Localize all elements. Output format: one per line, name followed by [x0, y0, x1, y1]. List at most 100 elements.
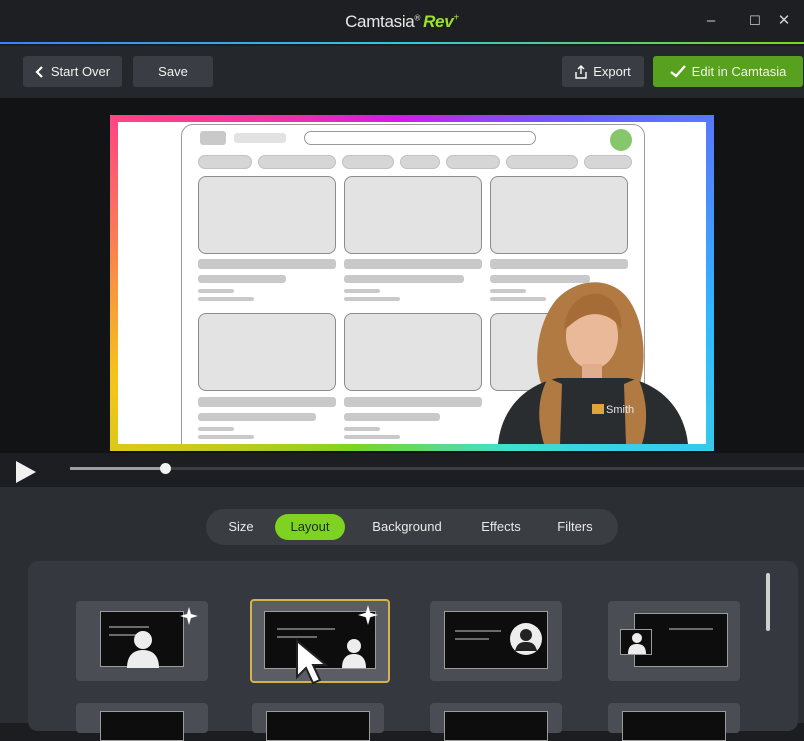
- shirt-text: Smith: [606, 404, 634, 416]
- wireframe-text-line: [344, 427, 380, 431]
- wireframe-avatar: [610, 129, 632, 151]
- app-name: Camtasia: [345, 12, 415, 31]
- layout-screen: [100, 711, 184, 741]
- placeholder-line: [277, 628, 335, 630]
- toolbar: Start Over Save Export Edit in Camtasia: [0, 46, 804, 98]
- sparkle-icon: [180, 607, 198, 625]
- wireframe-text-line: [344, 435, 400, 439]
- tab-effects[interactable]: Effects: [468, 514, 534, 540]
- wireframe-text-line: [198, 297, 254, 301]
- wireframe-pill: [342, 155, 394, 169]
- wireframe-pill: [506, 155, 578, 169]
- timeline-scrubber-handle[interactable]: [160, 463, 172, 474]
- person-icon: [127, 631, 159, 668]
- layout-option-camera-circle-right[interactable]: [430, 601, 562, 681]
- save-label: Save: [158, 64, 188, 79]
- brand-sparkle: +: [453, 12, 459, 24]
- wireframe-text-line: [198, 397, 336, 407]
- tab-background[interactable]: Background: [358, 514, 456, 540]
- wireframe-brand: [234, 133, 286, 143]
- timeline-track[interactable]: [70, 463, 804, 474]
- registered-mark: ®: [414, 13, 421, 23]
- wireframe-search-bar: [304, 131, 536, 145]
- placeholder-line: [455, 630, 501, 632]
- wireframe-card: [198, 176, 336, 254]
- wireframe-text-line: [198, 259, 336, 269]
- close-button[interactable]: ✕: [774, 11, 794, 31]
- mouse-cursor-icon: [296, 639, 329, 685]
- start-over-button[interactable]: Start Over: [23, 56, 122, 87]
- layout-screen: [266, 711, 370, 741]
- chevron-left-icon: [35, 65, 43, 78]
- placeholder-line: [669, 628, 713, 630]
- layout-option-row2-4[interactable]: [608, 703, 740, 741]
- layout-option-row2-1[interactable]: [76, 703, 208, 741]
- wireframe-text-line: [198, 427, 234, 431]
- save-button[interactable]: Save: [133, 56, 213, 87]
- wireframe-text-line: [198, 275, 286, 283]
- layout-option-row2-2[interactable]: [252, 703, 384, 741]
- layout-option-camera-left-inset[interactable]: [608, 601, 740, 681]
- export-button[interactable]: Export: [562, 56, 644, 87]
- playback-bar: [0, 453, 804, 487]
- recording-canvas: Smith: [118, 122, 706, 444]
- maximize-button[interactable]: ☐: [745, 11, 765, 31]
- layout-grid: [28, 561, 798, 741]
- edit-in-camtasia-button[interactable]: Edit in Camtasia: [653, 56, 803, 87]
- circular-avatar-icon: [510, 623, 542, 655]
- app-title: Camtasia® Rev+: [0, 12, 804, 32]
- video-preview: Smith: [0, 98, 804, 453]
- presenter-webcam: Smith: [498, 282, 688, 444]
- wireframe-card: [198, 313, 336, 391]
- wireframe-pill: [584, 155, 632, 169]
- tab-filters[interactable]: Filters: [544, 514, 606, 540]
- wireframe-logo: [200, 131, 226, 145]
- brand-name: Rev: [423, 12, 454, 31]
- layout-option-camera-bottom-right[interactable]: [250, 599, 390, 685]
- edit-label: Edit in Camtasia: [691, 64, 787, 79]
- export-label: Export: [593, 64, 631, 79]
- wireframe-pill: [258, 155, 336, 169]
- wireframe-text-line: [344, 275, 464, 283]
- layout-screen: [444, 611, 548, 669]
- wireframe-card: [490, 176, 628, 254]
- tab-size[interactable]: Size: [218, 514, 264, 540]
- timeline-progress: [70, 467, 166, 470]
- wireframe-card: [344, 176, 482, 254]
- layout-option-row2-3[interactable]: [430, 703, 562, 741]
- wireframe-text-line: [198, 435, 254, 439]
- layout-option-camera-center[interactable]: [76, 601, 208, 681]
- placeholder-line: [455, 638, 489, 640]
- wireframe-text-line: [344, 397, 482, 407]
- person-icon: [342, 639, 366, 668]
- wireframe-card: [344, 313, 482, 391]
- properties-panel: Size Layout Background Effects Filters: [0, 487, 804, 741]
- wireframe-text-line: [344, 297, 400, 301]
- title-bar: Camtasia® Rev+ – ☐ ✕: [0, 0, 804, 44]
- layout-screen: [100, 611, 184, 668]
- sparkle-icon: [358, 605, 378, 625]
- wireframe-pill: [446, 155, 500, 169]
- person-icon: [628, 633, 646, 654]
- camera-inset: [620, 629, 652, 655]
- layout-screen: [444, 711, 548, 741]
- gradient-frame: Smith: [110, 115, 714, 451]
- wireframe-text-line: [198, 289, 234, 293]
- tab-layout[interactable]: Layout: [275, 514, 345, 540]
- checkmark-icon: [669, 65, 686, 78]
- play-icon[interactable]: [16, 461, 36, 483]
- property-tabs: Size Layout Background Effects Filters: [206, 509, 618, 545]
- wireframe-text-line: [344, 413, 440, 421]
- wireframe-text-line: [344, 289, 380, 293]
- wireframe-text-line: [198, 413, 316, 421]
- export-icon: [575, 64, 587, 79]
- wireframe-text-line: [490, 259, 628, 269]
- start-over-label: Start Over: [50, 64, 111, 79]
- layout-screen: [622, 711, 726, 741]
- wireframe-pill: [400, 155, 440, 169]
- wireframe-text-line: [344, 259, 482, 269]
- minimize-button[interactable]: –: [701, 11, 721, 31]
- wireframe-pill: [198, 155, 252, 169]
- placeholder-line: [277, 636, 317, 638]
- layout-scrollbar[interactable]: [766, 573, 770, 631]
